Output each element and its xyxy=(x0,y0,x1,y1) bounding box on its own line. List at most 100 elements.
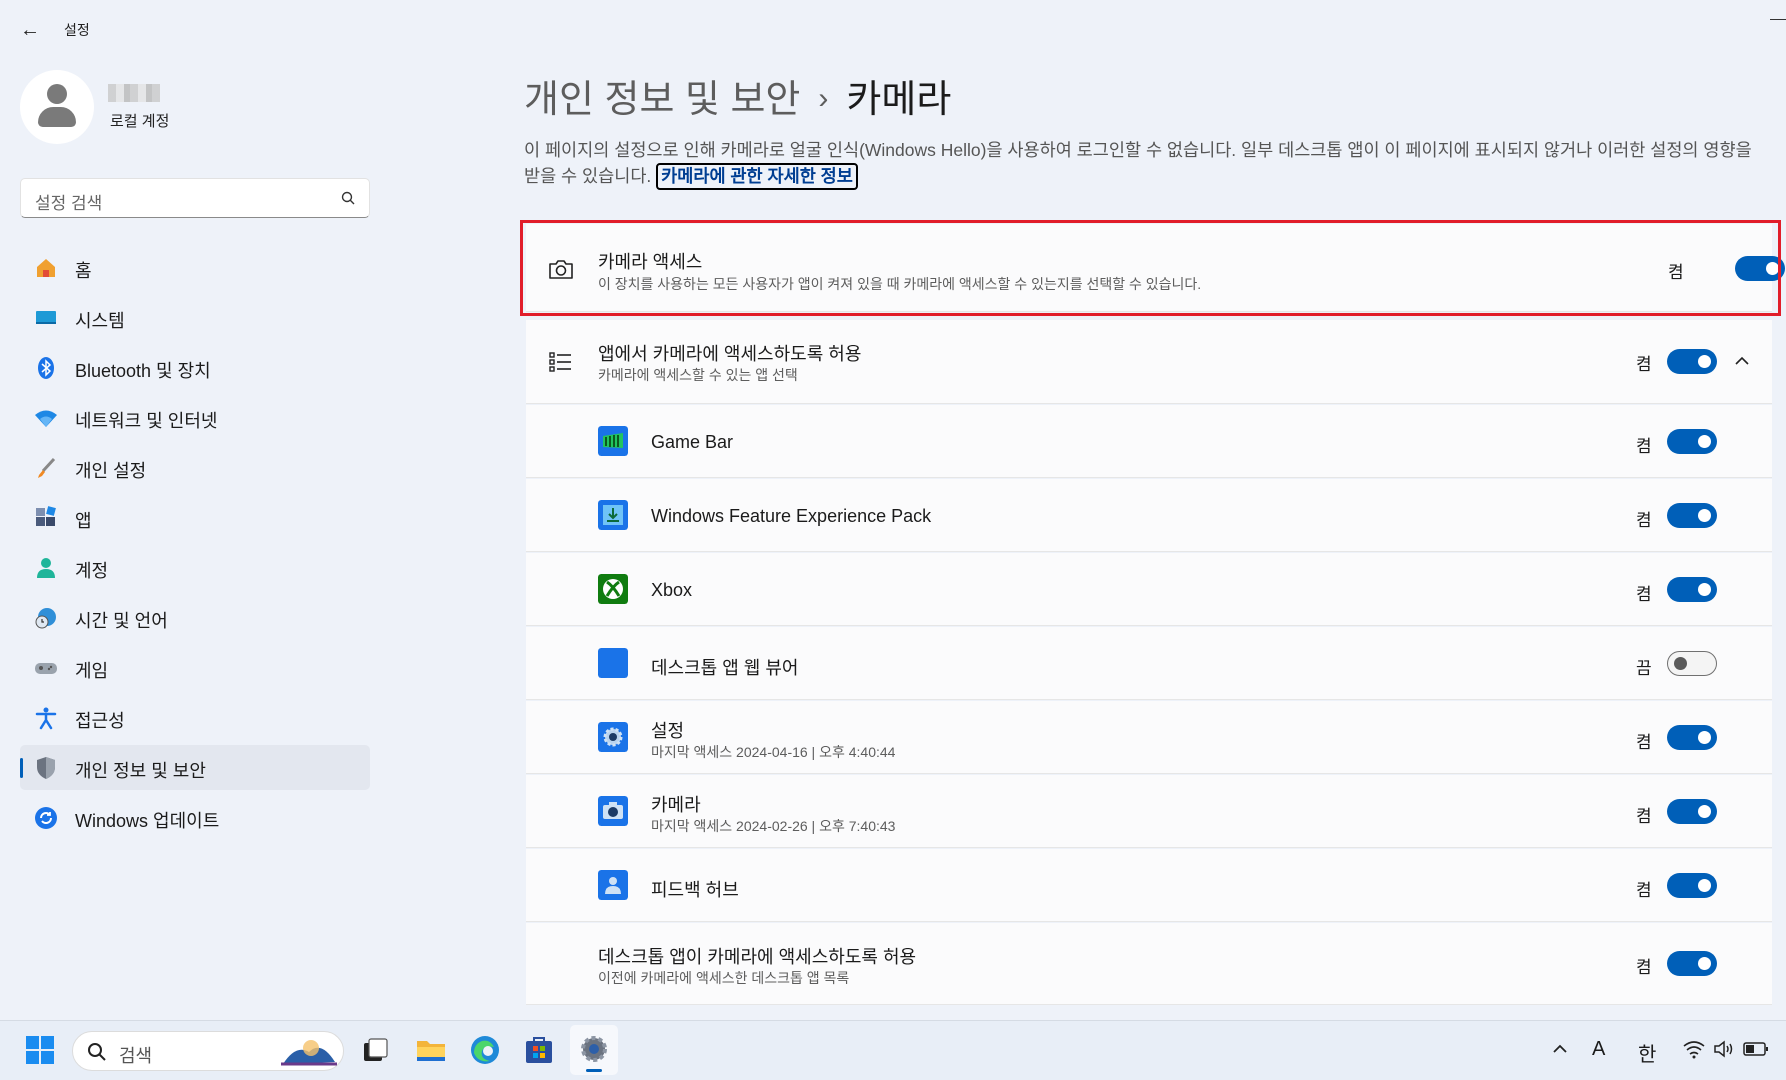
back-arrow-icon[interactable]: ← xyxy=(18,18,42,42)
camera-access-card: 카메라 액세스 이 장치를 사용하는 모든 사용자가 앱이 켜져 있을 때 카메… xyxy=(526,224,1785,312)
account-icon xyxy=(37,558,55,578)
app-row-game-bar: Game Bar 켬 xyxy=(526,405,1772,478)
taskbar-search-input[interactable]: 검색 xyxy=(72,1031,344,1071)
app-name: 데스크톱 앱 웹 뷰어 xyxy=(651,658,799,678)
start-icon[interactable] xyxy=(24,1034,56,1066)
search-icon xyxy=(341,191,355,205)
app-state: 켬 xyxy=(1636,733,1652,752)
app-access-toggle[interactable] xyxy=(1667,349,1717,374)
desktop-access-card: 데스크톱 앱이 카메라에 액세스하도록 허용 이전에 카메라에 액세스한 데스크… xyxy=(526,923,1772,1005)
xbox-icon xyxy=(598,574,628,604)
settings-gear-icon xyxy=(598,722,628,752)
search-placeholder: 설정 검색 xyxy=(35,194,103,213)
breadcrumb: 개인 정보 및 보안 › 카메라 xyxy=(524,68,951,123)
app-toggle-camera[interactable] xyxy=(1667,799,1717,824)
store-icon[interactable] xyxy=(522,1033,556,1067)
app-row-settings: 설정 마지막 액세스 2024-04-16 | 오후 4:40:44 켬 xyxy=(526,701,1772,774)
blurred-username xyxy=(108,84,160,102)
app-toggle-xbox[interactable] xyxy=(1667,577,1717,602)
sidebar-item-home[interactable]: 홈 xyxy=(20,245,370,290)
sidebar-nav: 홈 시스템 Bluetooth 및 장치 네트워크 및 인터넷 개인 설정 앱 … xyxy=(20,245,370,845)
minimize-button[interactable] xyxy=(1770,8,1786,20)
sidebar-item-bluetooth[interactable]: Bluetooth 및 장치 xyxy=(20,345,370,390)
camera-access-subtitle: 이 장치를 사용하는 모든 사용자가 앱이 켜져 있을 때 카메라에 액세스할 … xyxy=(598,276,1202,292)
app-row-feature-pack: Windows Feature Experience Pack 켬 xyxy=(526,479,1772,552)
learn-more-link[interactable]: 카메라에 관한 자세한 정보 xyxy=(656,163,858,190)
taskbar: 검색 A 한 xyxy=(0,1020,1786,1080)
game-bar-icon xyxy=(598,426,628,456)
account-type: 로컬 계정 xyxy=(110,113,170,130)
wifi-icon[interactable] xyxy=(1683,1039,1705,1059)
brush-icon xyxy=(38,457,56,478)
settings-icon xyxy=(581,1036,607,1062)
app-toggle-web-viewer[interactable] xyxy=(1667,651,1717,676)
file-explorer-icon[interactable] xyxy=(414,1033,448,1067)
sidebar-item-privacy-security[interactable]: 개인 정보 및 보안 xyxy=(20,745,370,790)
app-name: Xbox xyxy=(651,580,693,600)
home-icon xyxy=(37,259,55,277)
sidebar-item-time-language[interactable]: 시간 및 언어 xyxy=(20,595,370,640)
app-state: 끔 xyxy=(1636,659,1652,678)
camera-icon xyxy=(549,260,573,279)
bluetooth-icon xyxy=(38,357,54,379)
app-state: 켬 xyxy=(1636,511,1652,530)
app-state: 켬 xyxy=(1636,881,1652,900)
chevron-up-icon[interactable] xyxy=(1733,352,1751,370)
app-toggle-feedback-hub[interactable] xyxy=(1667,873,1717,898)
list-icon xyxy=(549,352,571,372)
apps-icon xyxy=(36,506,56,526)
sidebar-item-apps[interactable]: 앱 xyxy=(20,495,370,540)
ime-indicator[interactable]: 한 xyxy=(1638,1038,1656,1067)
sidebar-item-personalization[interactable]: 개인 설정 xyxy=(20,445,370,490)
gamepad-icon xyxy=(35,663,57,674)
app-name: 카메라 xyxy=(651,795,701,815)
breadcrumb-separator: › xyxy=(818,82,829,115)
camera-access-title: 카메라 액세스 xyxy=(598,252,703,272)
edge-icon[interactable] xyxy=(468,1033,502,1067)
active-indicator xyxy=(586,1069,602,1072)
globe-clock-icon xyxy=(35,608,56,629)
shield-icon xyxy=(37,757,55,779)
app-state: 켬 xyxy=(1636,585,1652,604)
app-toggle-feature-pack[interactable] xyxy=(1667,503,1717,528)
sidebar-item-system[interactable]: 시스템 xyxy=(20,295,370,340)
app-name: Game Bar xyxy=(651,432,734,452)
app-last-access: 마지막 액세스 2024-02-26 | 오후 7:40:43 xyxy=(651,818,896,834)
search-highlight-icon xyxy=(281,1040,337,1066)
app-last-access: 마지막 액세스 2024-04-16 | 오후 4:40:44 xyxy=(651,744,896,760)
accessibility-icon xyxy=(35,707,57,730)
font-indicator[interactable]: A xyxy=(1592,1038,1605,1061)
app-row-web-viewer: 데스크톱 앱 웹 뷰어 끔 xyxy=(526,627,1772,700)
app-access-title: 앱에서 카메라에 액세스하도록 허용 xyxy=(598,344,862,364)
battery-icon[interactable] xyxy=(1743,1041,1769,1057)
taskbar-search-placeholder: 검색 xyxy=(119,1046,153,1066)
chevron-up-icon[interactable] xyxy=(1550,1039,1570,1059)
volume-icon[interactable] xyxy=(1713,1039,1735,1059)
web-viewer-icon xyxy=(598,648,628,678)
app-toggle-settings[interactable] xyxy=(1667,725,1717,750)
app-access-card[interactable]: 앱에서 카메라에 액세스하도록 허용 카메라에 액세스할 수 있는 앱 선택 켬 xyxy=(526,320,1772,404)
camera-access-state: 켬 xyxy=(1668,263,1684,282)
feedback-hub-icon xyxy=(598,870,628,900)
sidebar-item-network[interactable]: 네트워크 및 인터넷 xyxy=(20,395,370,440)
breadcrumb-parent[interactable]: 개인 정보 및 보안 xyxy=(524,79,800,121)
page-description: 이 페이지의 설정으로 인해 카메라로 얼굴 인식(Windows Hello)… xyxy=(524,138,1772,190)
desktop-access-toggle[interactable] xyxy=(1667,951,1717,976)
sidebar-item-accounts[interactable]: 계정 xyxy=(20,545,370,590)
task-view-icon[interactable] xyxy=(358,1033,392,1067)
app-row-feedback-hub: 피드백 허브 켬 xyxy=(526,849,1772,922)
sidebar-item-windows-update[interactable]: Windows 업데이트 xyxy=(20,795,370,840)
title-bar: ← 설정 xyxy=(0,0,1786,60)
search-icon xyxy=(88,1043,106,1061)
app-row-camera: 카메라 마지막 액세스 2024-02-26 | 오후 7:40:43 켬 xyxy=(526,775,1772,848)
app-state: 켬 xyxy=(1636,437,1652,456)
sidebar-item-accessibility[interactable]: 접근성 xyxy=(20,695,370,740)
sidebar-item-gaming[interactable]: 게임 xyxy=(20,645,370,690)
search-input[interactable]: 설정 검색 xyxy=(20,178,370,218)
desktop-access-title: 데스크톱 앱이 카메라에 액세스하도록 허용 xyxy=(598,947,917,967)
feature-pack-icon xyxy=(598,500,628,530)
app-toggle-game-bar[interactable] xyxy=(1667,429,1717,454)
camera-access-toggle[interactable] xyxy=(1735,256,1785,281)
taskbar-settings-active[interactable] xyxy=(570,1025,618,1075)
page-title: 카메라 xyxy=(846,79,952,121)
